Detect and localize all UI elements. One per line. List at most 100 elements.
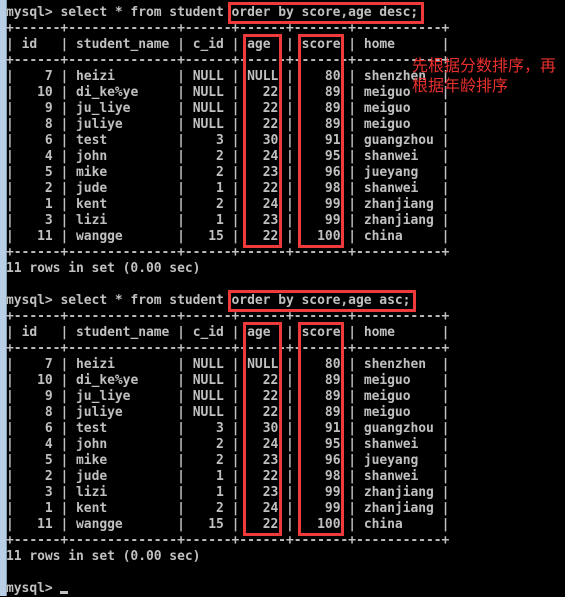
table-cell: 9 <box>21 389 53 404</box>
column-separator: | <box>433 229 450 244</box>
column-separator: | <box>223 117 248 132</box>
table-cell: NULL <box>192 405 224 420</box>
table-cell: 89 <box>301 405 341 420</box>
column-separator: | <box>223 357 248 372</box>
column-separator: | <box>6 165 22 180</box>
table-cell: guangzhou <box>363 421 434 436</box>
table-cell: jude <box>76 181 170 196</box>
column-separator: | <box>433 165 450 180</box>
column-separator: | <box>340 389 364 404</box>
table-cell: 11 <box>21 229 53 244</box>
column-separator: | <box>433 213 450 228</box>
table-cell: 23 <box>247 453 279 468</box>
table-cell: ju_liye <box>76 389 170 404</box>
table-cell: 2 <box>192 501 224 516</box>
column-separator: | <box>340 453 364 468</box>
column-separator: | <box>52 405 77 420</box>
table-cell: 2 <box>21 181 53 196</box>
column-separator: | <box>6 421 22 436</box>
column-separator: | <box>169 405 193 420</box>
column-separator: | <box>278 69 302 84</box>
table-cell: 100 <box>301 229 341 244</box>
column-separator: | <box>223 421 248 436</box>
active-prompt-line[interactable]: mysql> <box>6 581 449 597</box>
column-separator: | <box>433 485 450 500</box>
table-cell: mike <box>76 453 170 468</box>
column-separator: | <box>169 453 193 468</box>
table-cell: 95 <box>301 149 341 164</box>
table-cell: NULL <box>192 373 224 388</box>
column-separator: | <box>52 469 77 484</box>
column-separator: | <box>52 69 77 84</box>
column-separator: | <box>340 133 364 148</box>
table-cell: 99 <box>301 197 341 212</box>
table-cell: 89 <box>301 85 341 100</box>
table-cell: 100 <box>301 517 341 532</box>
column-separator: | <box>223 485 248 500</box>
column-separator: | <box>6 229 22 244</box>
table-cell: 3 <box>21 485 53 500</box>
table-cell: 11 <box>21 517 53 532</box>
table-cell: NULL <box>192 357 224 372</box>
column-separator: | <box>340 501 364 516</box>
column-header-age: age <box>247 37 279 52</box>
column-separator: | <box>278 101 302 116</box>
table-cell: test <box>76 421 170 436</box>
table-cell: zhanjiang <box>363 197 434 212</box>
column-separator: | <box>169 229 193 244</box>
table-cell: 3 <box>192 421 224 436</box>
column-separator: | <box>223 133 248 148</box>
table-cell: 98 <box>301 469 341 484</box>
table-cell: 2 <box>192 165 224 180</box>
table-cell: 4 <box>21 149 53 164</box>
query-line: mysql> select * from student order by sc… <box>6 293 449 309</box>
column-separator: | <box>433 373 450 388</box>
column-separator: | <box>169 133 193 148</box>
mysql-prompt: mysql> <box>6 581 61 596</box>
column-separator: | <box>6 85 22 100</box>
column-separator: | <box>6 117 22 132</box>
column-separator: | <box>6 469 22 484</box>
table-cell: 80 <box>301 69 341 84</box>
column-separator: | <box>340 469 364 484</box>
table-cell: NULL <box>192 389 224 404</box>
column-separator: | <box>340 373 364 388</box>
table-row: | 9 | ju_liye | NULL | 22 | 89 | meiguo … <box>6 101 449 117</box>
column-separator: | <box>340 101 364 116</box>
column-separator: | <box>340 117 364 132</box>
table-cell: lizi <box>76 485 170 500</box>
column-separator: | <box>278 437 302 452</box>
table-cell: guangzhou <box>363 133 434 148</box>
table-cell: 22 <box>247 517 279 532</box>
table-cell: 30 <box>247 133 279 148</box>
table-cell: 2 <box>192 149 224 164</box>
column-separator: | <box>433 325 450 340</box>
column-separator: | <box>340 213 364 228</box>
column-separator: | <box>169 181 193 196</box>
table-cell: 22 <box>247 469 279 484</box>
column-separator: | <box>223 37 248 52</box>
column-separator: | <box>169 373 193 388</box>
column-separator: | <box>169 37 193 52</box>
mysql-console-output[interactable]: mysql> select * from student order by sc… <box>6 5 449 597</box>
column-separator: | <box>52 213 77 228</box>
table-border: +------+--------------+------+------+---… <box>6 21 450 36</box>
column-separator: | <box>340 37 364 52</box>
column-separator: | <box>433 117 450 132</box>
column-separator: | <box>52 389 77 404</box>
table-cell: lizi <box>76 213 170 228</box>
table-cell: 8 <box>21 117 53 132</box>
table-cell: jude <box>76 469 170 484</box>
table-cell: 96 <box>301 165 341 180</box>
column-separator: | <box>223 165 248 180</box>
column-header-student-name: student_name <box>76 325 170 340</box>
column-separator: | <box>223 101 248 116</box>
table-cell: 1 <box>192 485 224 500</box>
column-separator: | <box>6 485 22 500</box>
table-cell: shanwei <box>363 149 434 164</box>
column-separator: | <box>52 325 77 340</box>
column-separator: | <box>278 517 302 532</box>
table-cell: 23 <box>247 165 279 180</box>
column-separator: | <box>169 469 193 484</box>
